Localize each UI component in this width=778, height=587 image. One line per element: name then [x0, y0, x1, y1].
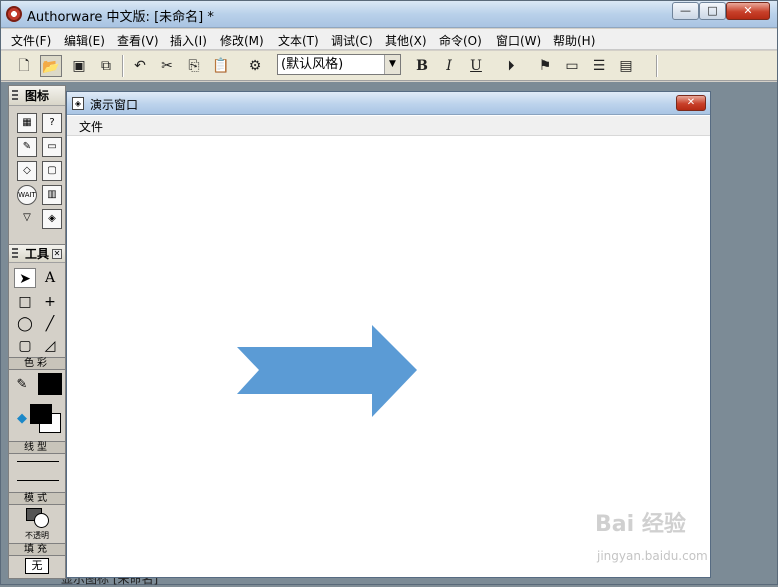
- find-icon[interactable]: ⚙: [244, 55, 266, 77]
- icon-palette-title: 图标: [25, 89, 50, 103]
- style-select-value: (默认风格): [281, 57, 344, 72]
- mode-value: 不透明: [25, 531, 49, 540]
- presentation-title: 演示窗口: [90, 98, 139, 112]
- italic-button[interactable]: I: [438, 55, 460, 77]
- presentation-close-button[interactable]: ✕: [676, 95, 706, 111]
- decision-icon[interactable]: WAIT: [17, 185, 37, 205]
- mode-circle-icon[interactable]: [34, 513, 49, 528]
- cut-icon[interactable]: ✂: [156, 55, 178, 77]
- presentation-menu-file[interactable]: 文件: [79, 118, 103, 135]
- rounded-rect-tool-icon[interactable]: ▢: [14, 336, 36, 356]
- title-bar: Authorware 中文版: [未命名] * — □ ✕: [1, 1, 777, 28]
- tools-palette: 工具 ✕ ➤ A □ + ◯ ╱ ▢ ◿ 色彩 ✎ ◆ 线型 模式 不透明 填充…: [8, 244, 66, 579]
- tools-palette-title: 工具: [25, 247, 50, 261]
- open-file-icon[interactable]: 📂: [40, 55, 62, 77]
- import-icon[interactable]: ⧉: [95, 55, 117, 77]
- close-button[interactable]: ✕: [726, 2, 770, 20]
- pointer-tool-icon[interactable]: ➤: [14, 268, 36, 288]
- baidu-watermark: Bai 经验: [595, 512, 686, 537]
- authorware-logo-icon: [6, 6, 22, 22]
- toolbar-separator: [122, 55, 124, 77]
- knowledge-objects-icon[interactable]: ▤: [615, 55, 637, 77]
- save-all-icon[interactable]: ▣: [68, 55, 90, 77]
- display-icon[interactable]: ▦: [17, 113, 37, 133]
- window-title: Authorware 中文版: [未命名] *: [27, 10, 214, 25]
- color-section-label: 色彩: [9, 357, 65, 370]
- line-style-thin[interactable]: [17, 461, 59, 462]
- map-icon[interactable]: ◈: [42, 209, 62, 229]
- menu-modify[interactable]: 修改(M): [220, 32, 264, 49]
- motion-icon[interactable]: ?: [42, 113, 62, 133]
- line-color-swatch[interactable]: [38, 373, 62, 395]
- toolbar-separator: [656, 55, 658, 77]
- pen-color-icon[interactable]: ✎: [11, 375, 33, 395]
- calculation-icon[interactable]: ▽: [17, 209, 37, 229]
- rectangle-tool-icon[interactable]: □: [14, 292, 36, 312]
- close-icon[interactable]: ✕: [52, 249, 62, 259]
- functions-icon[interactable]: ▭: [561, 55, 583, 77]
- tools-palette-header: 工具 ✕: [9, 245, 65, 263]
- menu-command[interactable]: 命令(O): [439, 32, 482, 49]
- wait-icon[interactable]: ▭: [42, 137, 62, 157]
- style-select[interactable]: (默认风格) ▼: [277, 54, 401, 75]
- right-arrow-shape[interactable]: [237, 325, 417, 417]
- line-style-thin-2[interactable]: [17, 480, 59, 481]
- menu-edit[interactable]: 编辑(E): [64, 32, 105, 49]
- drag-handle-icon[interactable]: [12, 248, 18, 260]
- chevron-down-icon[interactable]: ▼: [384, 55, 400, 74]
- presentation-window-icon: ◈: [72, 97, 84, 110]
- navigate-icon[interactable]: ◇: [17, 161, 37, 181]
- menu-insert[interactable]: 插入(I): [170, 32, 207, 49]
- fill-section-label: 填充: [9, 543, 65, 556]
- menu-view[interactable]: 查看(V): [117, 32, 159, 49]
- undo-icon[interactable]: ↶: [129, 55, 151, 77]
- line-section-label: 线型: [9, 441, 65, 454]
- restart-icon[interactable]: ⏵: [500, 55, 522, 77]
- mode-section-label: 模式: [9, 492, 65, 505]
- control-panel-icon[interactable]: ⚑: [534, 55, 556, 77]
- menu-other[interactable]: 其他(X): [385, 32, 427, 49]
- new-file-icon[interactable]: 🗋: [13, 55, 35, 77]
- drag-handle-icon[interactable]: [12, 90, 18, 102]
- copy-icon[interactable]: ⎘: [183, 55, 205, 77]
- polygon-tool-icon[interactable]: ◿: [39, 336, 61, 356]
- orthogonal-line-tool-icon[interactable]: +: [39, 292, 61, 312]
- minimize-button[interactable]: —: [672, 2, 699, 20]
- maximize-button[interactable]: □: [699, 2, 726, 20]
- menu-debug[interactable]: 调试(C): [331, 32, 373, 49]
- authorware-window: Authorware 中文版: [未命名] * — □ ✕ 文件(F) 编辑(E…: [0, 0, 778, 586]
- icon-palette-header: 图标: [9, 86, 65, 106]
- menu-text[interactable]: 文本(T): [278, 32, 319, 49]
- variables-icon[interactable]: ☰: [588, 55, 610, 77]
- menu-window[interactable]: 窗口(W): [496, 32, 541, 49]
- presentation-title-bar: ◈ 演示窗口 ✕: [67, 92, 710, 115]
- text-tool[interactable]: A: [39, 268, 61, 288]
- presentation-window: ◈ 演示窗口 ✕ 文件: [66, 91, 711, 578]
- menu-file[interactable]: 文件(F): [11, 32, 51, 49]
- foreground-color-swatch[interactable]: [30, 404, 52, 424]
- baidu-watermark-url: jingyan.baidu.com: [597, 549, 708, 563]
- framework-icon[interactable]: ▢: [42, 161, 62, 181]
- presentation-menu-bar: 文件: [67, 116, 710, 136]
- underline-button[interactable]: U: [465, 55, 487, 77]
- diagonal-line-tool-icon[interactable]: ╱: [39, 314, 61, 334]
- fill-value[interactable]: 无: [25, 558, 49, 574]
- erase-icon[interactable]: ✎: [17, 137, 37, 157]
- ellipse-tool-icon[interactable]: ◯: [14, 314, 36, 334]
- icon-palette: 图标 ▦ ? ✎ ▭ ◇ ▢ WAIT ▥ ▽ ◈: [8, 85, 66, 245]
- paste-icon[interactable]: 📋: [210, 55, 232, 77]
- menu-help[interactable]: 帮助(H): [553, 32, 595, 49]
- interaction-icon[interactable]: ▥: [42, 185, 62, 205]
- bold-button[interactable]: B: [411, 55, 433, 77]
- menu-bar: 文件(F) 编辑(E) 查看(V) 插入(I) 修改(M) 文本(T) 调试(C…: [1, 29, 777, 50]
